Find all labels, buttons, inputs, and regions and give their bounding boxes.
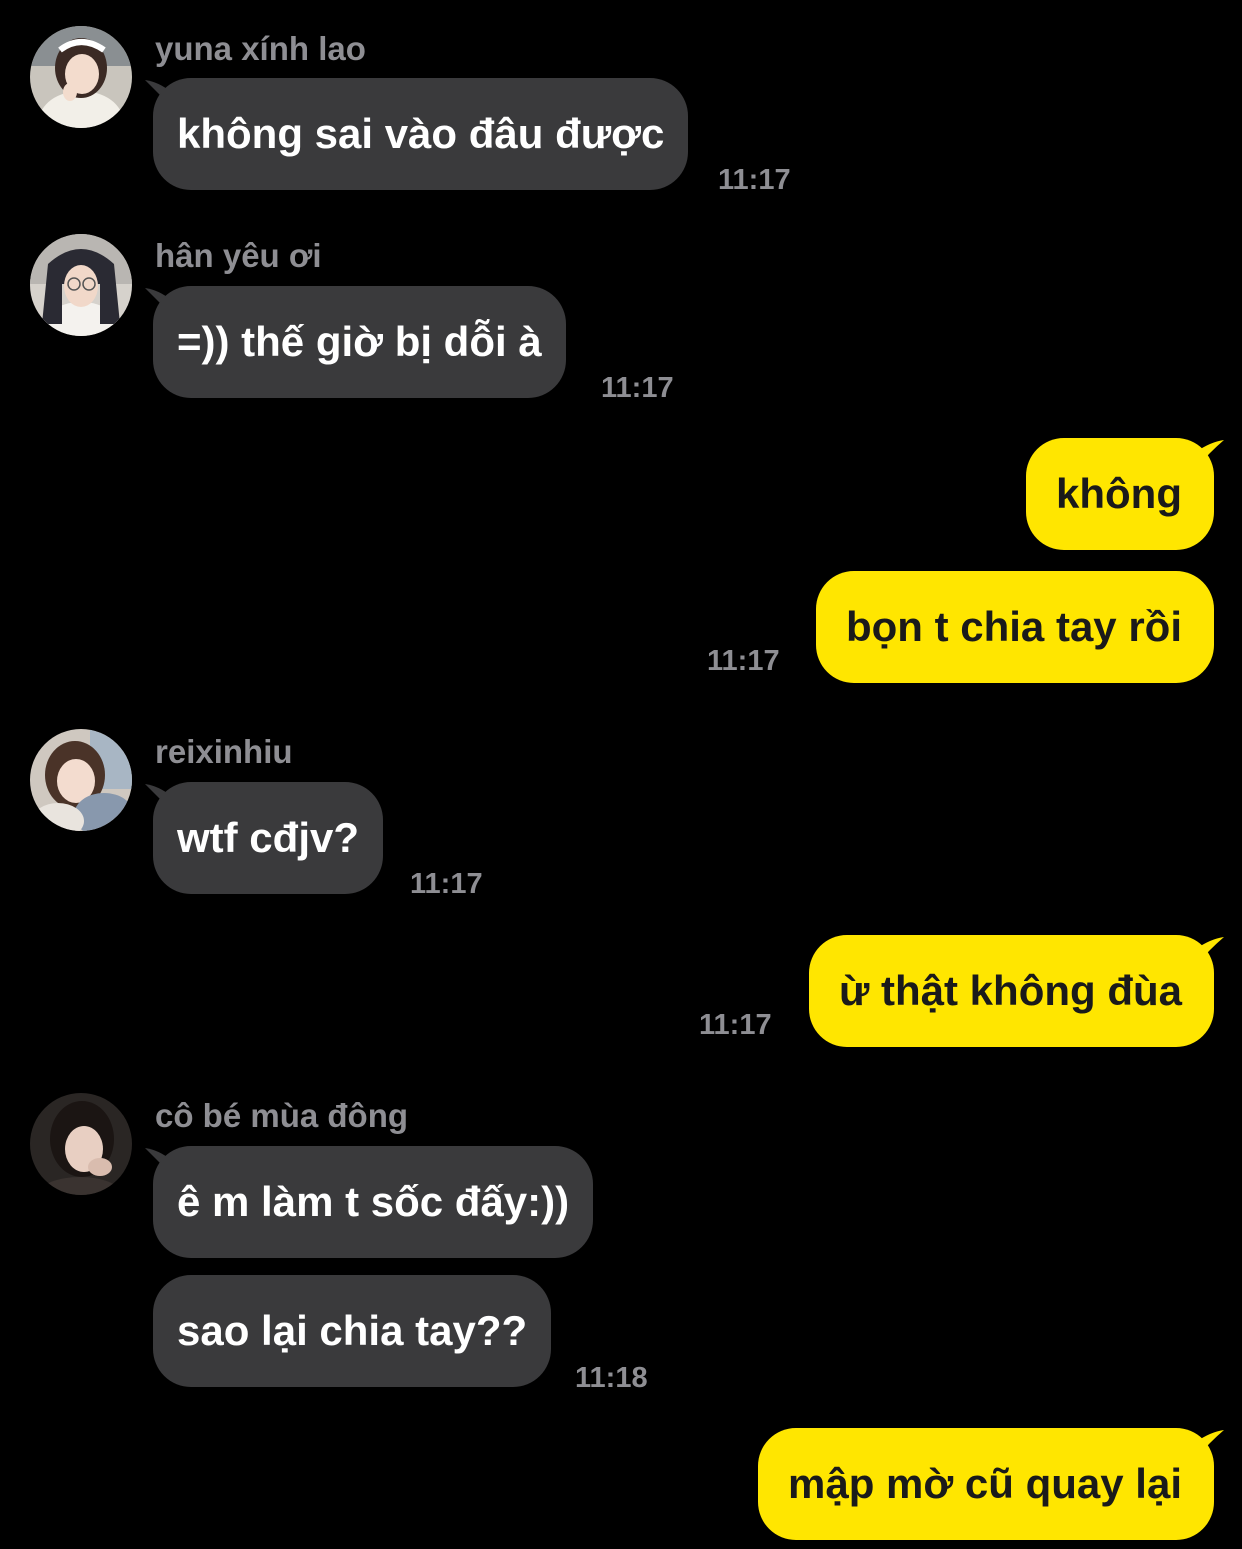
message-bubble[interactable]: mập mờ cũ quay lại	[758, 1428, 1214, 1540]
message-bubble[interactable]: wtf cđjv?	[153, 782, 384, 894]
message-timestamp: 11:17	[410, 868, 483, 900]
avatar-photo-icon	[30, 234, 132, 336]
message-timestamp: 11:17	[707, 645, 780, 677]
message-timestamp: 11:17	[718, 164, 791, 196]
message-timestamp: 11:17	[699, 1009, 772, 1041]
message-timestamp: 11:18	[575, 1362, 648, 1394]
message-timestamp: 11:17	[601, 372, 674, 404]
avatar[interactable]	[30, 1093, 132, 1195]
message-bubble[interactable]: ừ thật không đùa	[808, 935, 1214, 1047]
chat-thread[interactable]: yuna xính lao không sai vào đâu được 11:…	[0, 0, 1242, 1549]
message-bubble[interactable]: không	[1026, 438, 1214, 550]
sender-name: yuna xính lao	[155, 30, 366, 67]
avatar-photo-icon	[30, 26, 132, 128]
message-bubble[interactable]: không sai vào đâu được	[153, 78, 689, 190]
avatar-photo-icon	[30, 1093, 132, 1195]
message-bubble[interactable]: bọn t chia tay rồi	[815, 571, 1214, 683]
avatar[interactable]	[30, 26, 132, 128]
avatar-photo-icon	[30, 729, 132, 831]
avatar[interactable]	[30, 234, 132, 336]
message-bubble[interactable]: ê m làm t sốc đấy:))	[153, 1146, 594, 1258]
message-bubble[interactable]: =)) thế giờ bị dỗi à	[153, 286, 566, 398]
message-bubble[interactable]: sao lại chia tay??	[153, 1275, 552, 1387]
sender-name: cô bé mùa đông	[155, 1097, 409, 1134]
avatar[interactable]	[30, 729, 132, 831]
sender-name: reixinhiu	[155, 733, 293, 770]
sender-name: hân yêu ơi	[155, 237, 322, 274]
